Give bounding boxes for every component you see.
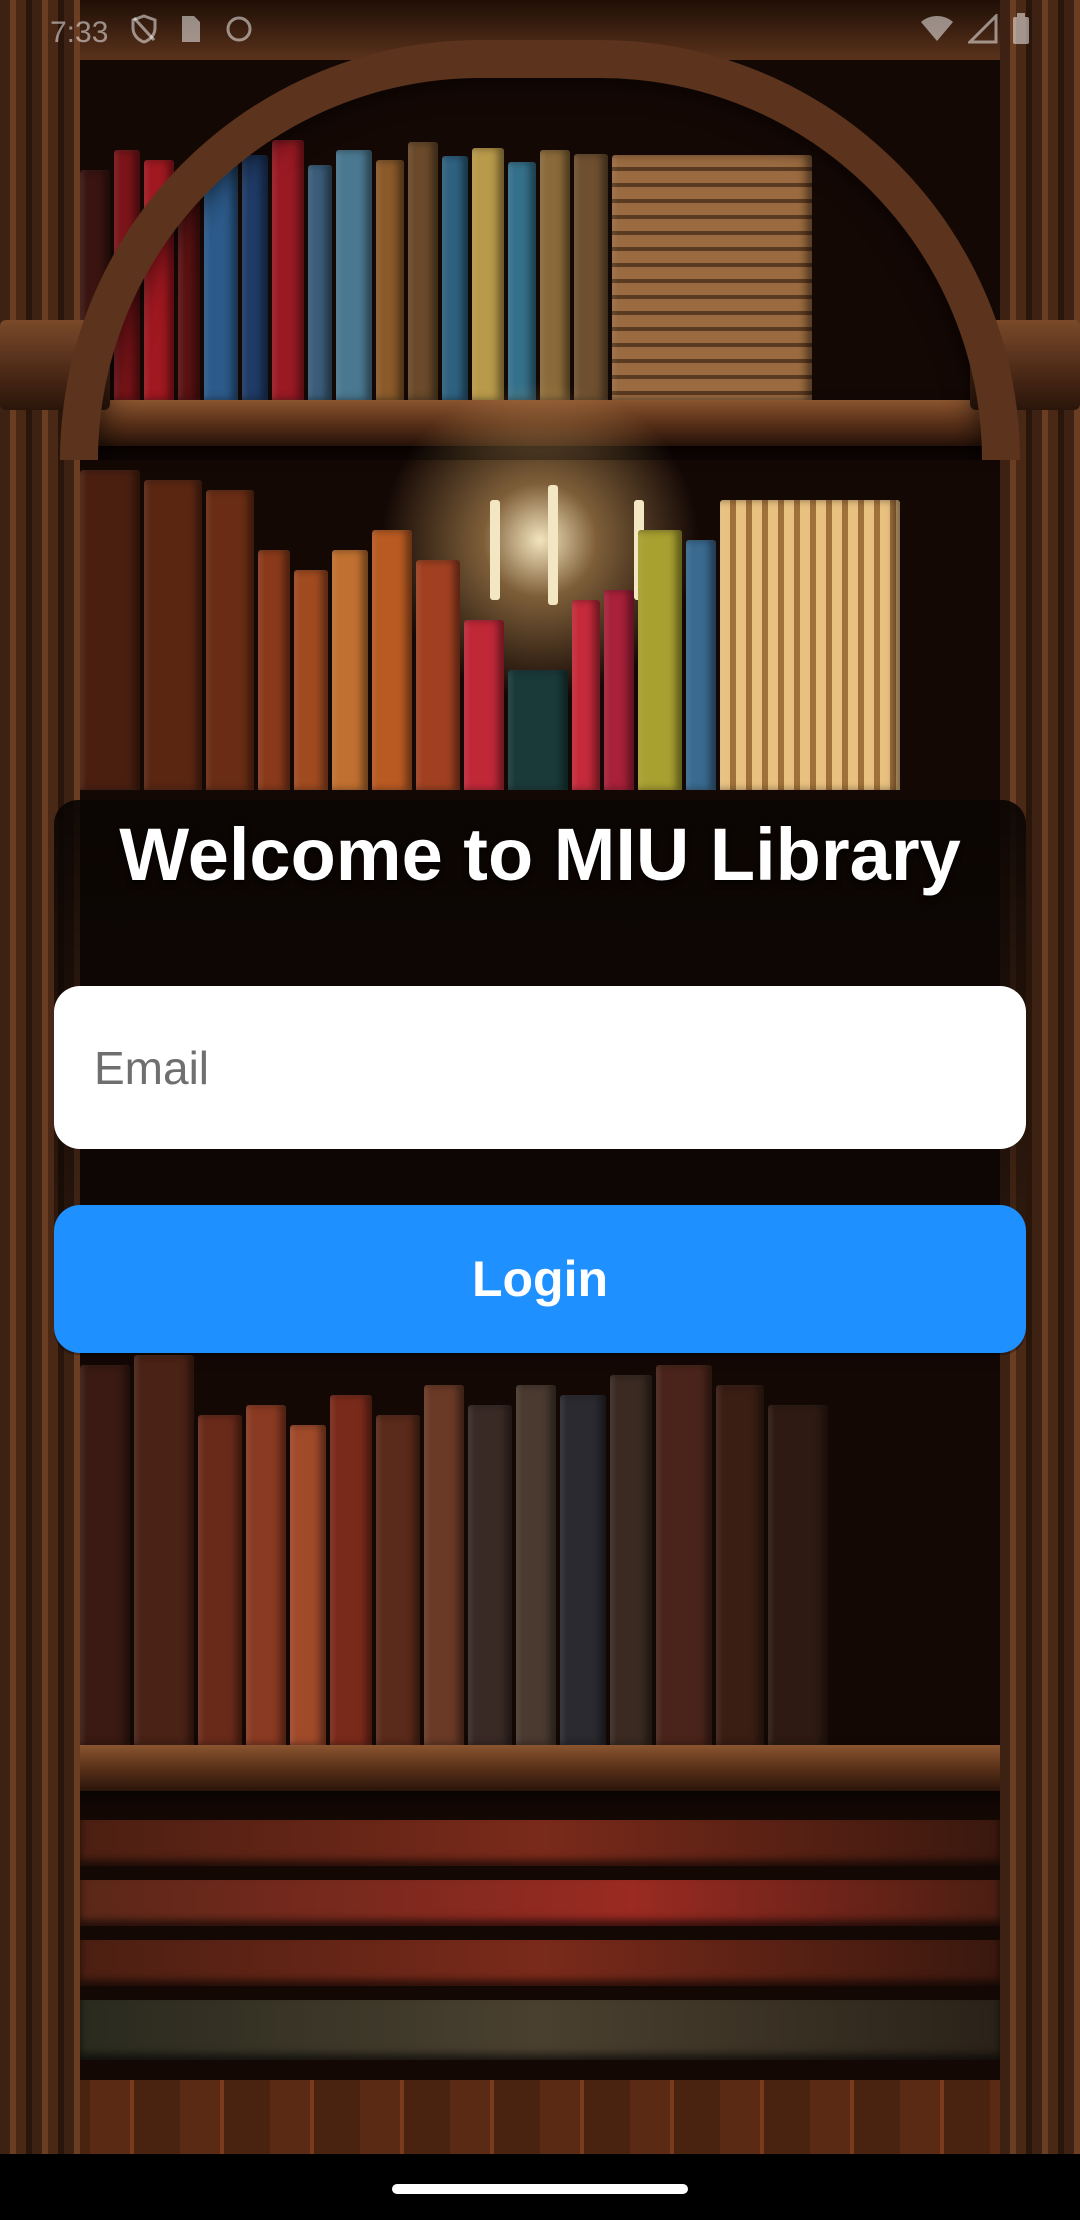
floor (0, 2080, 1080, 2154)
email-input[interactable] (54, 986, 1026, 1149)
stacked-books (80, 1940, 1000, 1986)
battery-icon (1012, 13, 1030, 53)
login-button[interactable]: Login (54, 1205, 1026, 1353)
book-row-middle (80, 460, 1000, 790)
page-title: Welcome to MIU Library (119, 813, 961, 896)
navigation-bar (0, 2154, 1080, 2220)
sim-card-icon (180, 14, 202, 52)
shelf-board (70, 1745, 1010, 1791)
status-bar: 7:33 (0, 0, 1080, 66)
book-row-lower (80, 1345, 1000, 1745)
circle-icon (224, 14, 254, 52)
signal-icon (966, 12, 998, 52)
stacked-books (80, 1880, 1000, 1926)
home-gesture-handle[interactable] (392, 2184, 688, 2194)
status-time: 7:33 (50, 16, 109, 49)
wifi-icon (920, 15, 954, 51)
stacked-books (80, 2000, 1000, 2060)
shield-icon (130, 14, 158, 52)
stacked-books (80, 1820, 1000, 1866)
